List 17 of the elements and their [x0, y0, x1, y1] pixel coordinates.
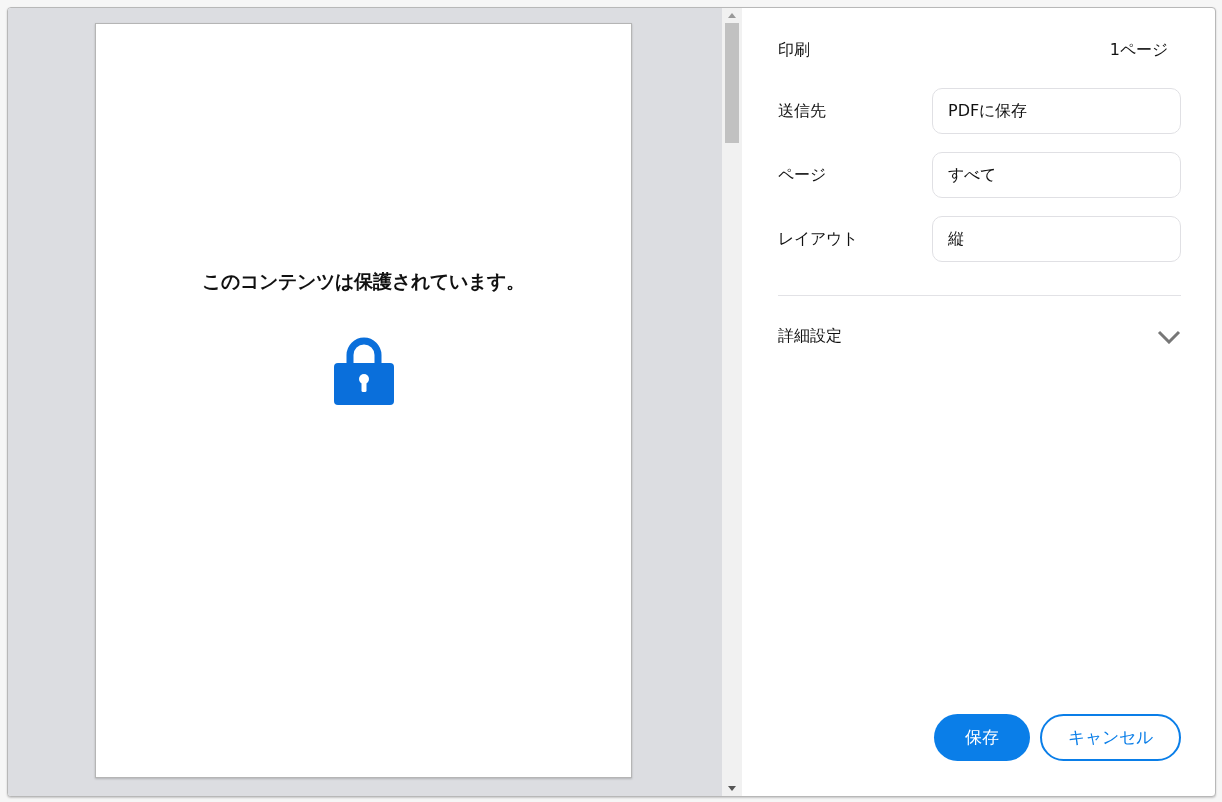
- select-field[interactable]: すべて: [932, 152, 1181, 198]
- scrollbar[interactable]: [722, 8, 742, 796]
- scroll-down-icon[interactable]: [728, 786, 736, 791]
- protected-message: このコンテンツは保護されています。: [202, 269, 525, 294]
- advanced-settings-toggle[interactable]: 詳細設定: [778, 326, 1181, 347]
- page-count: 1ページ: [1109, 40, 1168, 61]
- padlock-icon: [333, 335, 394, 405]
- field-label: 送信先: [778, 100, 827, 122]
- scrollbar-thumb[interactable]: [725, 23, 739, 143]
- dialog-title: 印刷: [778, 40, 810, 61]
- select-field[interactable]: PDFに保存: [932, 88, 1181, 134]
- field-label: ページ: [778, 164, 827, 186]
- field-label: レイアウト: [778, 228, 859, 250]
- select-field[interactable]: 縦: [932, 216, 1181, 262]
- save-button[interactable]: 保存: [934, 714, 1030, 761]
- scroll-up-icon[interactable]: [728, 13, 736, 18]
- cancel-button[interactable]: キャンセル: [1040, 714, 1181, 761]
